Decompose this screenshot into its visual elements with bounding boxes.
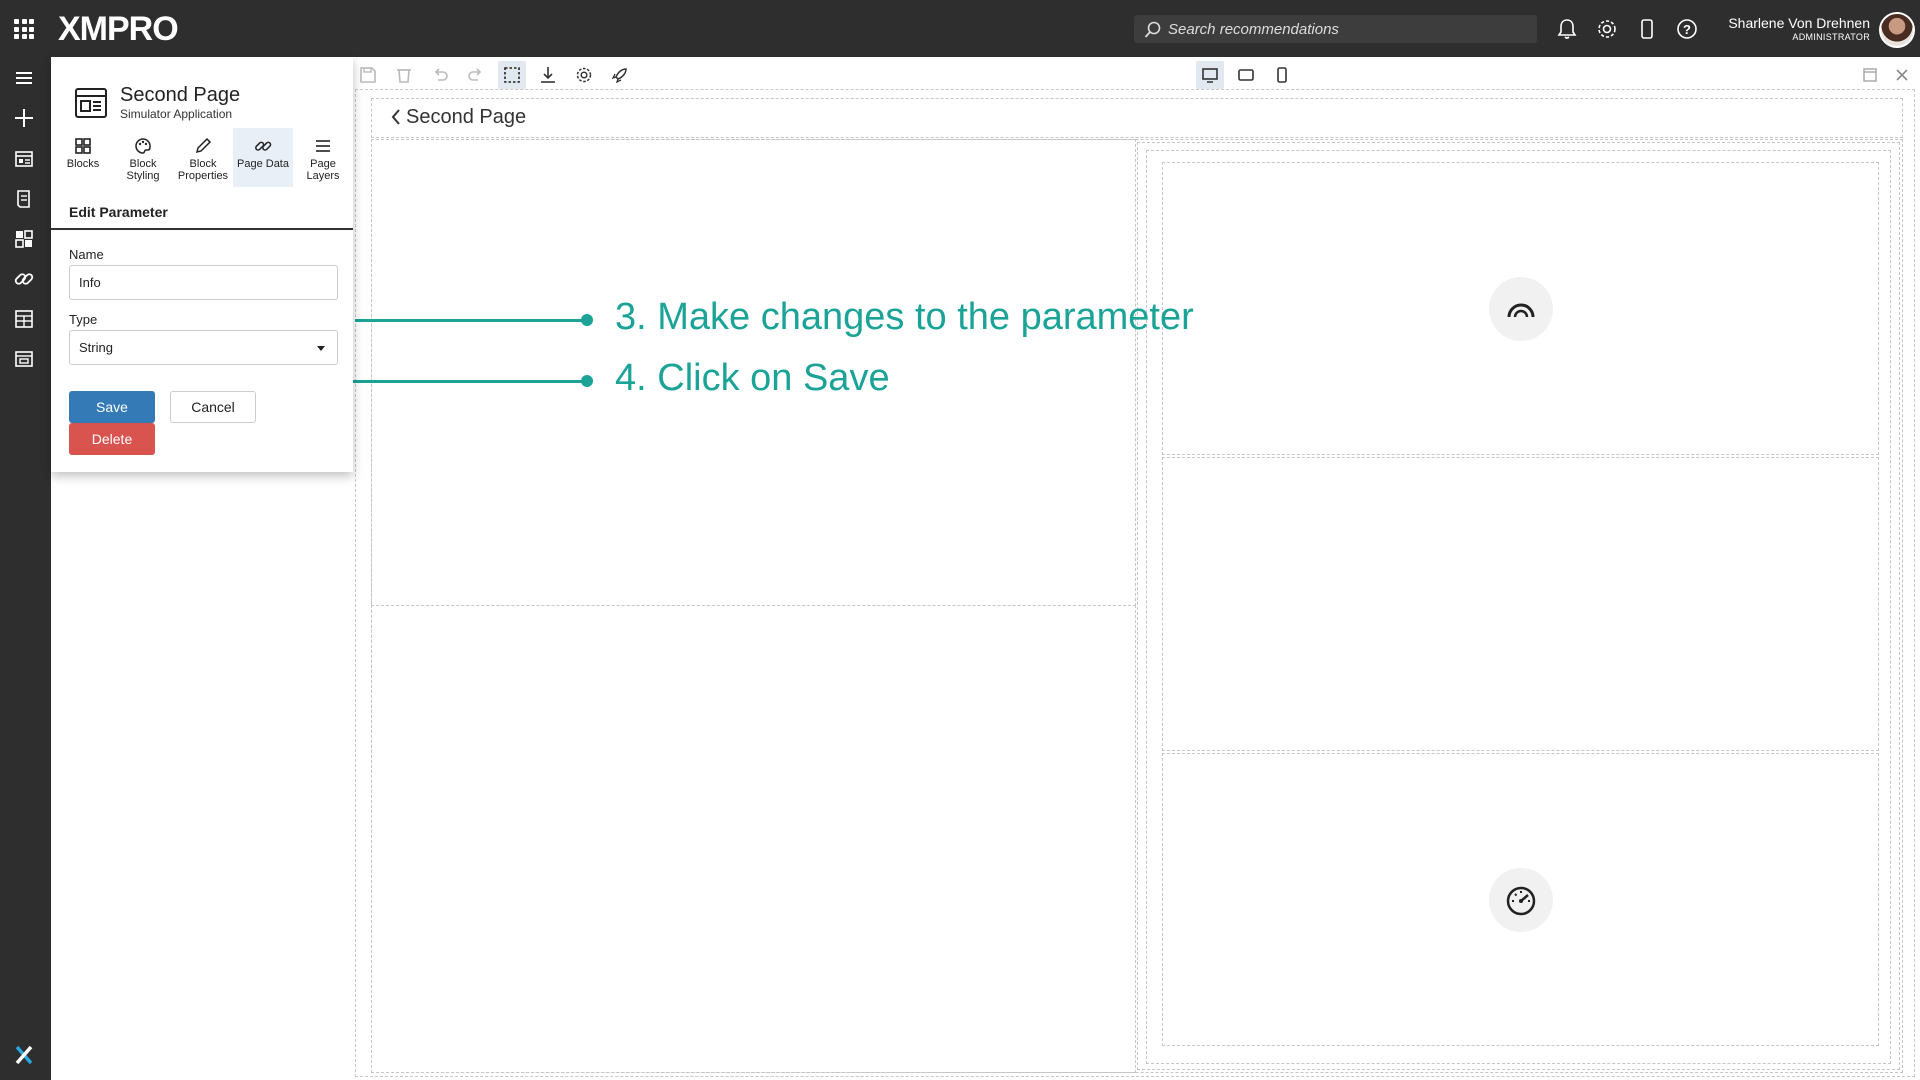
page-title: Second Page — [120, 84, 241, 106]
type-label: Type — [69, 312, 98, 327]
user-role: ADMINISTRATOR — [1792, 32, 1870, 42]
callout-dot-step3 — [581, 314, 593, 326]
speedometer-icon — [1506, 886, 1536, 916]
callout-dot-step4 — [581, 375, 593, 387]
left-bottom-block[interactable] — [371, 605, 1136, 1073]
select-area-icon[interactable] — [498, 61, 526, 89]
notifications-bell-icon[interactable] — [1554, 16, 1580, 42]
callout-step4: 4. Click on Save — [615, 357, 890, 399]
page-designer-panel: Second Page Simulator Application Blocks… — [51, 57, 353, 472]
type-select[interactable]: String — [69, 330, 338, 365]
xmpro-logo-icon[interactable] — [12, 1043, 36, 1067]
pencil-icon — [195, 137, 212, 154]
settings-gear-icon[interactable] — [570, 61, 598, 89]
tab-blocks[interactable]: Blocks — [53, 128, 113, 187]
search-icon — [1144, 21, 1161, 38]
tab-page-layers[interactable]: Page Layers — [293, 128, 353, 187]
link-icon — [255, 141, 272, 151]
tab-page-data[interactable]: Page Data — [233, 128, 293, 187]
page-icon[interactable] — [12, 347, 36, 371]
undo-icon[interactable] — [426, 61, 454, 89]
blocks-icon — [75, 138, 91, 154]
chevron-left-icon[interactable] — [390, 107, 402, 127]
name-label: Name — [69, 247, 104, 262]
search-box[interactable] — [1134, 15, 1537, 43]
help-icon[interactable]: ? — [1674, 16, 1700, 42]
desktop-view-icon[interactable] — [1196, 61, 1224, 89]
apps-list-icon[interactable] — [12, 147, 36, 171]
layers-icon — [316, 140, 330, 152]
download-icon[interactable] — [534, 61, 562, 89]
settings-gear-icon[interactable] — [1594, 16, 1620, 42]
plus-icon[interactable] — [12, 106, 36, 130]
app-launcher-icon[interactable] — [14, 19, 34, 39]
tab-label: Page Layers — [306, 158, 340, 182]
type-value: String — [79, 340, 113, 355]
recommendations-icon[interactable] — [12, 187, 36, 211]
arc-gauge-icon — [1507, 303, 1535, 318]
mobile-view-icon[interactable] — [1268, 61, 1296, 89]
callout-step3: 3. Make changes to the parameter — [615, 296, 1194, 338]
menu-icon[interactable] — [12, 66, 36, 90]
tablet-view-icon[interactable] — [1232, 61, 1260, 89]
dashboard-icon[interactable] — [12, 227, 36, 251]
tab-label: Block Properties — [177, 158, 229, 182]
svg-text:?: ? — [1683, 22, 1691, 37]
chevron-down-icon — [317, 346, 325, 351]
link-icon[interactable] — [12, 267, 36, 291]
callout-line-step3 — [355, 319, 588, 322]
redo-icon[interactable] — [462, 61, 490, 89]
name-field[interactable]: Info — [69, 265, 338, 300]
speedometer-widget[interactable] — [1489, 868, 1553, 932]
header-block[interactable] — [371, 98, 1903, 138]
close-icon[interactable] — [1888, 61, 1916, 89]
search-input[interactable] — [1168, 18, 1528, 40]
section-title: Edit Parameter — [69, 204, 168, 220]
delete-button[interactable]: Delete — [69, 423, 155, 455]
avatar[interactable] — [1879, 12, 1915, 48]
xmpro-logo[interactable]: XMPRO — [58, 10, 179, 49]
tab-block-properties[interactable]: Block Properties — [173, 128, 233, 187]
name-value: Info — [79, 275, 101, 290]
tab-block-styling[interactable]: Block Styling — [113, 128, 173, 187]
designer-tabs: Blocks Block Styling Block Properties Pa… — [51, 128, 353, 187]
divider — [51, 228, 353, 230]
cancel-button[interactable]: Cancel — [170, 391, 256, 423]
mobile-device-icon[interactable] — [1634, 16, 1660, 42]
top-bar: XMPRO ? Sharlene Von Drehnen ADMINISTRAT… — [0, 0, 1920, 57]
data-stream-icon[interactable] — [12, 307, 36, 331]
left-nav-rail — [0, 57, 51, 1080]
tab-label: Block Styling — [126, 158, 160, 182]
palette-icon — [135, 138, 151, 154]
page-designer-icon — [75, 88, 107, 118]
save-button[interactable]: Save — [69, 391, 155, 423]
application-name: Simulator Application — [120, 107, 233, 121]
right-block-2[interactable] — [1162, 457, 1879, 751]
tab-label: Page Data — [237, 158, 289, 170]
save-icon[interactable] — [354, 61, 382, 89]
canvas-page-title: Second Page — [406, 106, 527, 128]
maximize-icon[interactable] — [1856, 61, 1884, 89]
user-name[interactable]: Sharlene Von Drehnen — [1728, 15, 1870, 31]
delete-icon[interactable] — [390, 61, 418, 89]
gauge-widget[interactable] — [1489, 277, 1553, 341]
tab-label: Blocks — [66, 158, 100, 170]
rocket-icon[interactable] — [606, 61, 634, 89]
